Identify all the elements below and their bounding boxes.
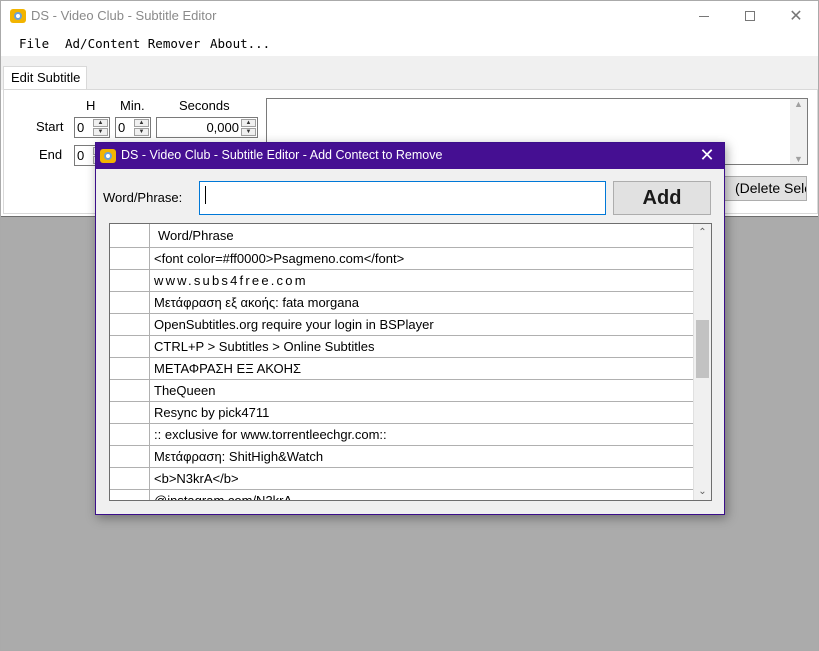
start-hours-value: 0 xyxy=(77,120,85,135)
word-phrase-cell[interactable]: <b>N3krA</b> xyxy=(154,471,239,486)
row-header-column xyxy=(110,224,150,247)
close-icon: ✕ xyxy=(699,145,715,165)
app-icon xyxy=(10,9,26,23)
app-icon xyxy=(100,149,116,163)
window-title: DS - Video Club - Subtitle Editor xyxy=(31,8,217,23)
end-hours-value: 0 xyxy=(77,148,85,163)
arrow-up-icon[interactable]: ▲ xyxy=(93,119,108,127)
table-row[interactable]: ΜΕΤΑΦΡΑΣΗ ΕΞ ΑΚΟΗΣ xyxy=(110,358,694,380)
table-row[interactable]: @instagram.com/N3krA xyxy=(110,490,694,500)
start-seconds-spinner[interactable]: 0,000 ▲ ▼ xyxy=(156,117,258,138)
text-box-scrollbar[interactable]: ▲ ▼ xyxy=(790,99,807,164)
minimize-icon xyxy=(699,15,709,17)
row-header-cell[interactable] xyxy=(110,248,150,270)
scroll-up-icon[interactable]: ▲ xyxy=(790,99,807,109)
scroll-down-icon[interactable]: ▼ xyxy=(790,154,807,164)
word-phrase-cell[interactable]: @instagram.com/N3krA xyxy=(154,493,292,500)
word-phrase-cell[interactable]: ΜΕΤΑΦΡΑΣΗ ΕΞ ΑΚΟΗΣ xyxy=(154,361,301,376)
word-phrase-cell[interactable]: CTRL+P > Subtitles > Online Subtitles xyxy=(154,339,375,354)
row-header-cell[interactable] xyxy=(110,380,150,402)
word-phrase-cell[interactable]: Resync by pick4711 xyxy=(154,405,269,420)
column-header-word-phrase[interactable]: Word/Phrase xyxy=(158,228,234,243)
dialog-title-bar[interactable]: DS - Video Club - Subtitle Editor - Add … xyxy=(96,143,724,169)
arrow-down-icon[interactable]: ▼ xyxy=(93,128,108,136)
row-header-cell[interactable] xyxy=(110,270,150,292)
table-row[interactable]: CTRL+P > Subtitles > Online Subtitles xyxy=(110,336,694,358)
hours-column-label: H xyxy=(86,98,96,113)
row-header-cell[interactable] xyxy=(110,358,150,380)
word-phrase-cell[interactable]: TheQueen xyxy=(154,383,215,398)
arrow-up-icon[interactable]: ▲ xyxy=(134,119,149,127)
text-caret xyxy=(205,186,206,204)
word-phrase-cell[interactable]: <font color=#ff0000>Psagmeno.com</font> xyxy=(154,251,404,266)
start-label: Start xyxy=(36,119,64,134)
seconds-column-label: Seconds xyxy=(179,98,230,113)
maximize-icon xyxy=(745,11,755,21)
row-header-cell[interactable] xyxy=(110,446,150,468)
table-row[interactable]: www.subs4free.com xyxy=(110,270,694,292)
title-bar[interactable]: DS - Video Club - Subtitle Editor ✕ xyxy=(1,1,818,32)
grid-scrollbar[interactable]: ⌃ ⌄ xyxy=(693,224,711,500)
word-phrase-cell[interactable]: Μετάφραση εξ ακοής: fata morgana xyxy=(154,295,359,310)
menu-about[interactable]: About... xyxy=(210,36,270,51)
table-row[interactable]: Μετάφραση εξ ακοής: fata morgana xyxy=(110,292,694,314)
word-phrase-grid[interactable]: Word/Phrase <font color=#ff0000>Psagmeno… xyxy=(109,223,712,501)
add-button[interactable]: Add xyxy=(613,181,711,215)
table-row[interactable]: TheQueen xyxy=(110,380,694,402)
table-row[interactable]: <font color=#ff0000>Psagmeno.com</font> xyxy=(110,248,694,270)
maximize-button[interactable] xyxy=(727,1,773,31)
table-row[interactable]: <b>N3krA</b> xyxy=(110,468,694,490)
word-phrase-cell[interactable]: :: exclusive for www.torrentleechgr.com:… xyxy=(154,427,387,442)
word-phrase-input[interactable] xyxy=(199,181,606,215)
dialog-close-button[interactable]: ✕ xyxy=(690,143,724,169)
scroll-down-icon[interactable]: ⌄ xyxy=(694,483,711,500)
start-minutes-value: 0 xyxy=(118,120,126,135)
table-row[interactable]: :: exclusive for www.torrentleechgr.com:… xyxy=(110,424,694,446)
word-phrase-cell[interactable]: Μετάφραση: ShitHigh&Watch xyxy=(154,449,323,464)
close-icon: ✕ xyxy=(789,8,803,25)
row-header-cell[interactable] xyxy=(110,490,150,500)
row-header-cell[interactable] xyxy=(110,402,150,424)
table-row[interactable]: Μετάφραση: ShitHigh&Watch xyxy=(110,446,694,468)
arrow-up-icon[interactable]: ▲ xyxy=(241,119,256,127)
menu-ad-content-remover[interactable]: Ad/Content Remover xyxy=(65,36,200,51)
word-phrase-label: Word/Phrase: xyxy=(103,190,183,205)
close-button[interactable]: ✕ xyxy=(773,1,818,31)
row-header-cell[interactable] xyxy=(110,292,150,314)
start-hours-spinner[interactable]: 0 ▲ ▼ xyxy=(74,117,110,138)
scroll-up-icon[interactable]: ⌃ xyxy=(694,224,711,241)
minimize-button[interactable] xyxy=(681,1,727,31)
menu-bar: File Ad/Content Remover About... xyxy=(1,32,818,56)
table-row[interactable]: OpenSubtitles.org require your login in … xyxy=(110,314,694,336)
row-header-cell[interactable] xyxy=(110,314,150,336)
arrow-down-icon[interactable]: ▼ xyxy=(134,128,149,136)
tab-strip: Edit Subtitle xyxy=(1,56,818,90)
dialog-title: DS - Video Club - Subtitle Editor - Add … xyxy=(121,148,443,162)
row-header-cell[interactable] xyxy=(110,336,150,358)
add-content-dialog: DS - Video Club - Subtitle Editor - Add … xyxy=(95,142,725,515)
scroll-thumb[interactable] xyxy=(696,320,709,378)
table-row[interactable]: Resync by pick4711 xyxy=(110,402,694,424)
minutes-column-label: Min. xyxy=(120,98,145,113)
end-label: End xyxy=(39,147,63,162)
word-phrase-cell[interactable]: www.subs4free.com xyxy=(154,273,308,288)
start-seconds-value: 0,000 xyxy=(206,120,239,135)
grid-header: Word/Phrase xyxy=(110,224,694,248)
start-minutes-spinner[interactable]: 0 ▲ ▼ xyxy=(115,117,151,138)
arrow-down-icon[interactable]: ▼ xyxy=(241,128,256,136)
tab-edit-subtitle[interactable]: Edit Subtitle xyxy=(3,66,87,90)
word-phrase-cell[interactable]: OpenSubtitles.org require your login in … xyxy=(154,317,434,332)
row-header-cell[interactable] xyxy=(110,424,150,446)
grid-rows: <font color=#ff0000>Psagmeno.com</font> w… xyxy=(110,248,694,500)
menu-file[interactable]: File xyxy=(19,36,49,51)
row-header-cell[interactable] xyxy=(110,468,150,490)
